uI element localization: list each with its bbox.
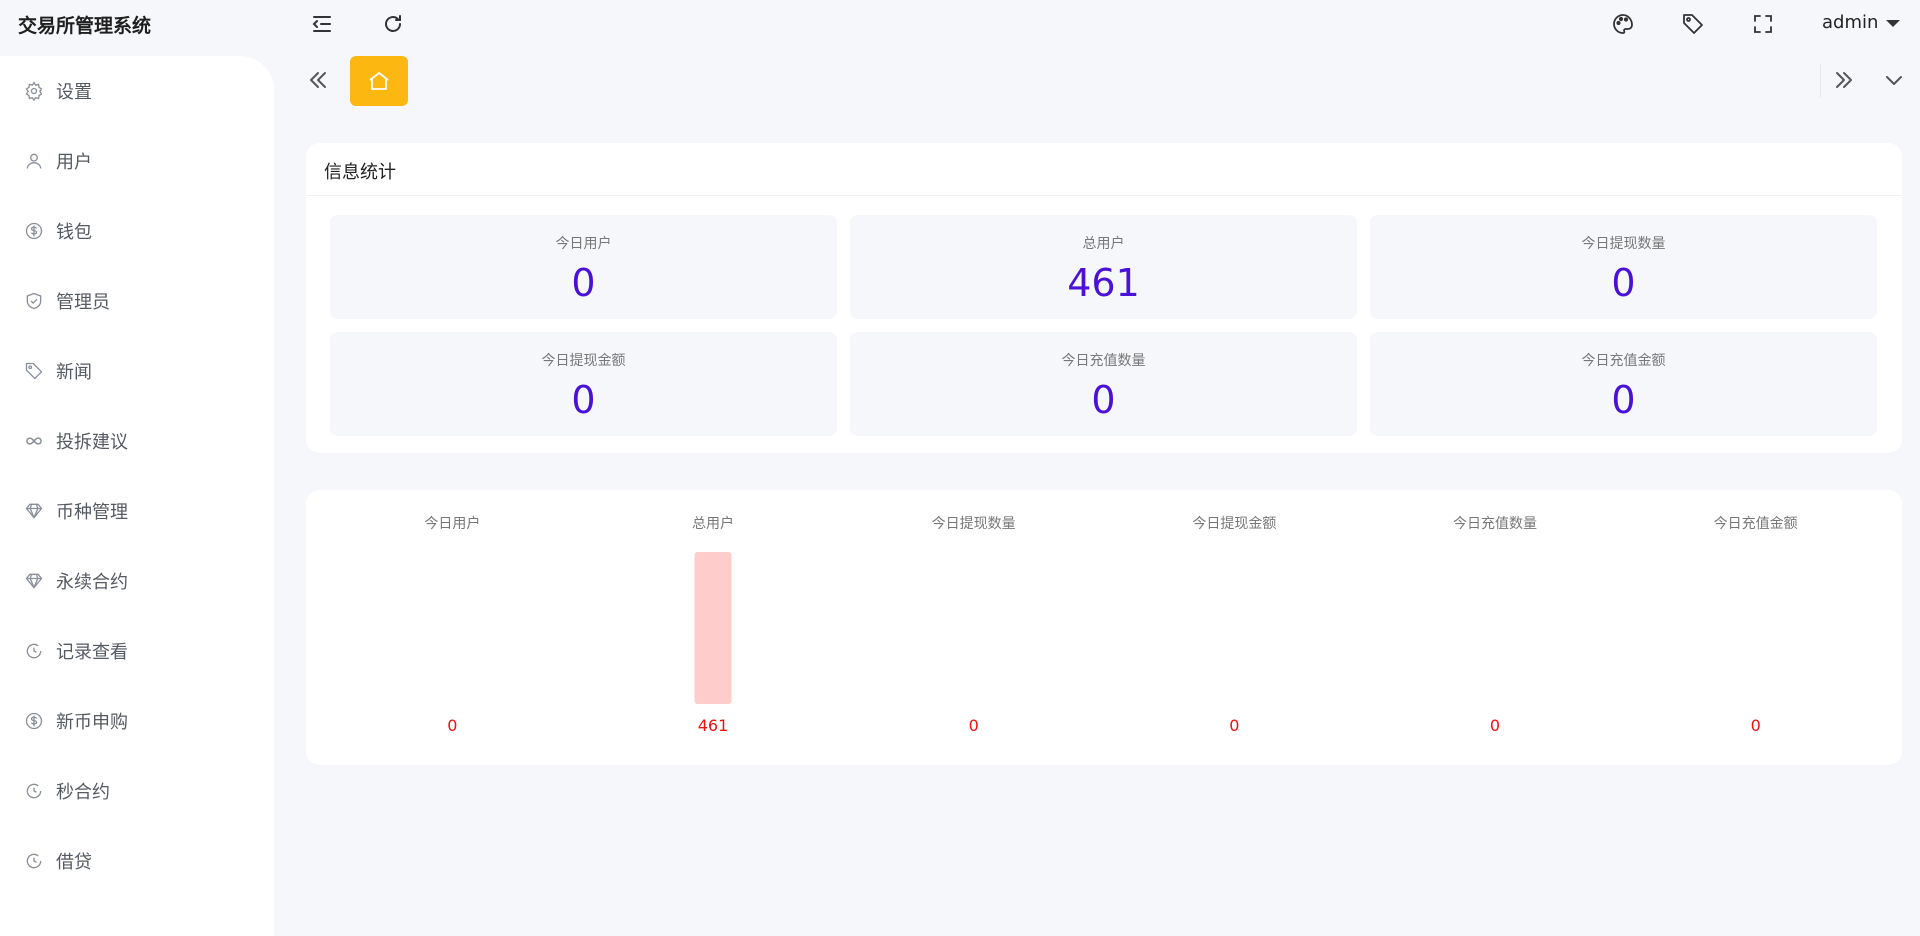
stat-value: 0 [1611,261,1636,305]
sidebar-item-perpetual[interactable]: 永续合约 [0,556,274,606]
stat-label: 今日用户 [555,236,612,252]
chart-value-label: 461 [698,716,729,735]
stat-value: 0 [1611,378,1636,422]
chart-category-label: 总用户 [692,515,734,532]
chart-value-label: 0 [1751,716,1761,735]
refresh-icon[interactable] [381,12,405,36]
palette-icon[interactable] [1611,12,1635,36]
tag-icon[interactable] [1681,12,1705,36]
app-title: 交易所管理系统 [18,15,152,37]
sidebar-item-label: 币种管理 [56,502,128,523]
tab-home[interactable] [350,56,408,106]
clock-circle-icon [24,781,44,801]
sidebar-item-label: 管理员 [56,292,110,313]
stat-today-withdraw-count: 今日提现数量 0 [1370,215,1877,319]
sidebar-item-loan[interactable]: 借贷 [0,836,274,886]
sidebar-item-currency[interactable]: 币种管理 [0,486,274,536]
sidebar-item-label: 秒合约 [56,782,110,803]
stat-label: 今日充值金额 [1581,353,1666,369]
tabs-dropdown-icon[interactable] [1878,64,1912,96]
stat-today-recharge-count: 今日充值数量 0 [850,332,1357,436]
sidebar-item-label: 投拆建议 [56,432,128,453]
sidebar-item-label: 用户 [56,152,92,173]
chart-value-label: 0 [1490,716,1500,735]
chart-value-label: 0 [1229,716,1239,735]
sidebar-item-label: 新闻 [56,362,92,383]
stat-total-users: 总用户 461 [850,215,1357,319]
stat-today-recharge-amount: 今日充值金额 0 [1370,332,1877,436]
chart-category-label: 今日提现数量 [932,516,1016,532]
sidebar-item-label: 钱包 [56,222,92,243]
diamond-icon [24,501,44,521]
top-header: 交易所管理系统 admin [0,0,1920,48]
sidebar-item-admins[interactable]: 管理员 [0,276,274,326]
chart-category-label: 今日充值金额 [1714,516,1798,532]
divider [306,195,1902,196]
stat-value: 0 [571,261,596,305]
tag-icon [24,361,44,381]
dollar-circle-icon [24,221,44,241]
stat-today-users: 今日用户 0 [330,215,837,319]
sidebar-item-wallet[interactable]: 钱包 [0,206,274,256]
user-icon [24,151,44,171]
stat-label: 今日提现金额 [541,353,626,369]
sidebar-item-suggestions[interactable]: 投拆建议 [0,416,274,466]
sidebar-item-records[interactable]: 记录查看 [0,626,274,676]
caret-down-icon [1886,20,1901,27]
shield-check-icon [24,291,44,311]
clock-circle-icon [24,851,44,871]
gear-icon [24,81,44,101]
user-menu[interactable]: admin [1822,12,1901,33]
chart-category-label: 今日提现金额 [1192,516,1276,532]
tab-divider [1820,64,1821,98]
bar-chart: 今日用户 0 总用户 461 今日提现数量 0 今日提现金额 0 今日充值数量 0 今日充值金额 0 [424,515,1798,735]
sidebar-item-second-contract[interactable]: 秒合约 [0,766,274,816]
chart-value-label: 0 [447,716,457,735]
username: admin [1822,12,1879,33]
sidebar-item-label: 新币申购 [56,712,128,733]
infinity-icon [24,431,44,451]
diamond-icon [24,571,44,591]
chart-bar [694,552,732,704]
sidebar: 设置 用户 钱包 管理员 新闻 投拆建议 币种管理 永续合约 记录查看 新币申购… [0,56,274,936]
chart-category-label: 今日充值数量 [1453,516,1537,532]
clock-circle-icon [24,641,44,661]
dollar-circle-icon [24,711,44,731]
chart-card: 今日用户 0 总用户 461 今日提现数量 0 今日提现金额 0 今日充值数量 0 今日充值金额 0 [306,490,1902,765]
stat-label: 今日提现数量 [1581,236,1666,252]
sidebar-item-label: 永续合约 [56,572,128,593]
stats-title: 信息统计 [324,162,396,183]
sidebar-item-label: 设置 [56,82,92,103]
tabs-scroll-left-icon[interactable] [302,64,334,96]
sidebar-item-news[interactable]: 新闻 [0,346,274,396]
stat-value: 0 [571,378,596,422]
sidebar-item-label: 借贷 [56,852,92,873]
menu-fold-icon[interactable] [310,12,334,36]
sidebar-item-users[interactable]: 用户 [0,136,274,186]
chart-category-label: 今日用户 [424,515,480,532]
chart-value-label: 0 [969,716,979,735]
stat-today-withdraw-amount: 今日提现金额 0 [330,332,837,436]
stat-value: 0 [1091,378,1116,422]
stat-value: 461 [1067,261,1140,305]
stat-label: 今日充值数量 [1061,353,1146,369]
fullscreen-icon[interactable] [1751,12,1775,36]
stats-card: 信息统计 今日用户 0 总用户 461 今日提现数量 0 今日提现金额 0 今日… [306,143,1902,453]
home-icon [369,72,389,90]
sidebar-item-ipo[interactable]: 新币申购 [0,696,274,746]
sidebar-item-settings[interactable]: 设置 [0,66,274,116]
sidebar-item-label: 记录查看 [56,642,128,663]
tabs-scroll-right-icon[interactable] [1828,64,1860,96]
stat-label: 总用户 [1082,236,1125,252]
